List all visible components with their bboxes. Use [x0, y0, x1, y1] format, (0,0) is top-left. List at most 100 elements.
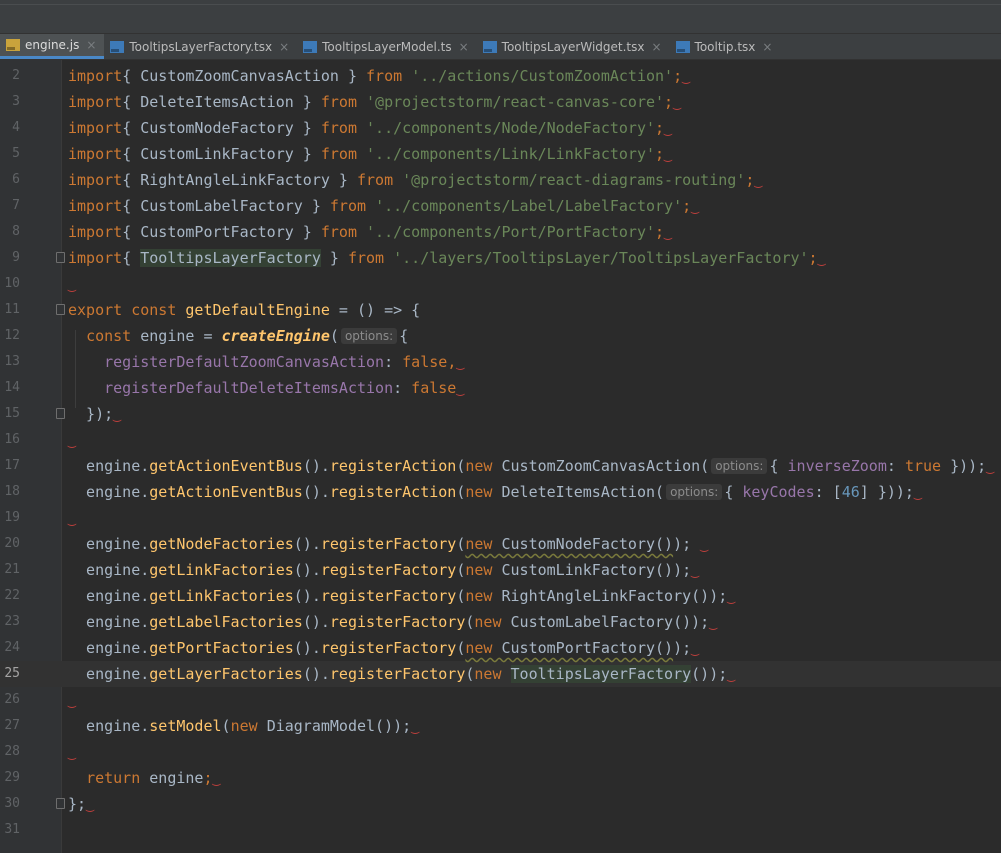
fold-marker-icon[interactable]: [56, 304, 65, 315]
code-line[interactable]: 22 engine.getLinkFactories().registerFac…: [0, 583, 1001, 609]
code-token: registerFactory: [329, 613, 466, 631]
line-number: 11: [4, 302, 20, 317]
warning-squiggle-icon: ‿: [727, 590, 736, 605]
code-token: = () => {: [329, 301, 421, 319]
fold-marker-icon[interactable]: [56, 408, 65, 419]
code-line[interactable]: 12 const engine = createEngine(options:{: [0, 323, 1001, 349]
line-number: 12: [4, 328, 20, 343]
code-line[interactable]: 20 engine.getNodeFactories().registerFac…: [0, 531, 1001, 557]
ts-file-icon: [303, 40, 318, 53]
code-line[interactable]: 31: [0, 817, 1001, 843]
title-bar: [0, 0, 1001, 34]
code-text: ‿: [68, 505, 76, 533]
code-token: };: [68, 795, 87, 813]
code-token: return: [86, 769, 150, 787]
code-token: ().: [302, 613, 330, 631]
indent-guide: [75, 330, 76, 408]
line-number: 3: [12, 94, 20, 109]
close-icon[interactable]: ×: [651, 40, 661, 54]
warning-squiggle-icon: ‿: [68, 512, 76, 527]
code-line[interactable]: 28 ‿: [0, 739, 1001, 765]
code-line[interactable]: 26 ‿: [0, 687, 1001, 713]
code-line[interactable]: 9 import{ TooltipsLayerFactory } from '..…: [0, 245, 1001, 271]
code-text: engine.getLinkFactories().registerFactor…: [68, 583, 735, 611]
tab-tooltipslayerfactory-tsx[interactable]: TooltipsLayerFactory.tsx ×: [104, 34, 297, 59]
warning-squiggle-icon: ‿: [113, 408, 121, 423]
code-token: ;: [745, 171, 755, 189]
code-token: registerDefaultZoomCanvasAction: [104, 353, 385, 371]
code-line[interactable]: 15 });‿: [0, 401, 1001, 427]
tab-tooltipslayermodel-ts[interactable]: TooltipsLayerModel.ts ×: [297, 34, 477, 59]
code-line[interactable]: 6 import{ RightAngleLinkFactory } from '@…: [0, 167, 1001, 193]
code-text: ‿: [68, 271, 76, 299]
code-line[interactable]: 17 engine.getActionEventBus().registerAc…: [0, 453, 1001, 479]
code-token: keyCodes: [742, 483, 815, 501]
tsx-file-icon: [675, 40, 690, 53]
tab-engine-js[interactable]: engine.js ×: [0, 34, 105, 59]
code-line[interactable]: 25 engine.getLayerFactories().registerFa…: [0, 661, 1001, 687]
code-token: registerAction: [329, 457, 457, 475]
code-line[interactable]: 3 import{ DeleteItemsAction } from '@proj…: [0, 89, 1001, 115]
code-line[interactable]: 11 export const getDefaultEngine = () => …: [0, 297, 1001, 323]
code-token: '../components/Node/NodeFactory': [366, 119, 656, 137]
code-line[interactable]: 5 import{ CustomLinkFactory } from '../co…: [0, 141, 1001, 167]
code-text: const engine = createEngine(options:{: [68, 323, 408, 349]
line-number: 24: [4, 640, 20, 655]
line-number: 26: [4, 692, 20, 707]
code-line[interactable]: 21 engine.getLinkFactories().registerFac…: [0, 557, 1001, 583]
line-number: 8: [12, 224, 20, 239]
code-token: from: [320, 93, 357, 111]
fold-marker-icon[interactable]: [56, 252, 65, 263]
code-token: true: [904, 457, 942, 475]
editor-tab-bar: engine.js × TooltipsLayerFactory.tsx × Toolt…: [0, 34, 1001, 60]
code-line[interactable]: 7 import{ CustomLabelFactory } from '../c…: [0, 193, 1001, 219]
code-token: false: [411, 379, 457, 397]
code-token: import: [68, 93, 123, 111]
code-line[interactable]: 19 ‿: [0, 505, 1001, 531]
close-icon[interactable]: ×: [86, 38, 96, 52]
code-line[interactable]: 8 import{ CustomPortFactory } from '../co…: [0, 219, 1001, 245]
warning-squiggle-icon: ‿: [68, 434, 76, 449]
code-token: ;: [655, 145, 665, 163]
tab-tooltipslayerwidget-tsx[interactable]: TooltipsLayerWidget.tsx ×: [477, 34, 670, 59]
code-line[interactable]: 23 engine.getLabelFactories().registerFa…: [0, 609, 1001, 635]
line-number: 19: [4, 510, 20, 525]
code-text: ‿: [68, 427, 76, 455]
code-line[interactable]: 14 registerDefaultDeleteItemsAction: fal…: [0, 375, 1001, 401]
tab-label: TooltipsLayerModel.ts: [322, 39, 452, 54]
code-token: ;: [808, 249, 818, 267]
close-icon[interactable]: ×: [762, 40, 772, 54]
code-token: DiagramModel());: [266, 717, 412, 735]
code-line[interactable]: 18 engine.getActionEventBus().registerAc…: [0, 479, 1001, 505]
code-line[interactable]: 4 import{ CustomNodeFactory } from '../co…: [0, 115, 1001, 141]
code-line[interactable]: 27 engine.setModel(new DiagramModel());‿: [0, 713, 1001, 739]
code-line[interactable]: 30};‿: [0, 791, 1001, 817]
code-token: ().: [293, 535, 321, 553]
code-token: registerAction: [329, 483, 457, 501]
code-token: CustomNodeFactory(): [501, 535, 674, 553]
close-icon[interactable]: ×: [279, 40, 289, 54]
code-token: ());: [691, 665, 728, 683]
code-line[interactable]: 29 return engine;‿: [0, 765, 1001, 791]
code-line[interactable]: 2 import{ CustomZoomCanvasAction } from '…: [0, 63, 1001, 89]
tab-tooltip-tsx[interactable]: Tooltip.tsx ×: [670, 34, 781, 59]
code-token: const: [86, 327, 141, 345]
code-token: new: [465, 561, 502, 579]
line-number: 18: [4, 484, 20, 499]
close-icon[interactable]: ×: [459, 40, 469, 54]
line-number: 31: [4, 822, 20, 837]
line-number: 21: [4, 562, 20, 577]
code-token: ;: [673, 67, 683, 85]
code-line[interactable]: 13 registerDefaultZoomCanvasAction: fals…: [0, 349, 1001, 375]
code-editor[interactable]: 31 30};‿ 29 return engine;‿ 28 ‿ 27 engine.se…: [0, 60, 1001, 853]
fold-marker-icon[interactable]: [56, 798, 65, 809]
code-line[interactable]: 24 engine.getPortFactories().registerFac…: [0, 635, 1001, 661]
code-line[interactable]: 16 ‿: [0, 427, 1001, 453]
warning-squiggle-icon: ‿: [68, 694, 76, 709]
code-line[interactable]: 10 ‿: [0, 271, 1001, 297]
code-token: engine.: [68, 717, 150, 735]
code-token: {: [769, 457, 788, 475]
